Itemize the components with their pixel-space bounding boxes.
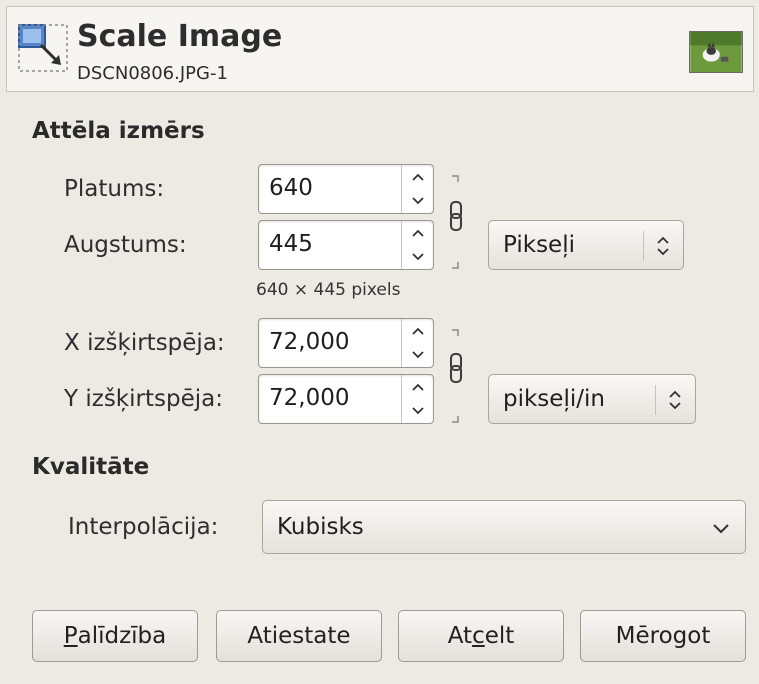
interpolation-value: Kubisks	[277, 514, 364, 540]
chevron-down-icon	[411, 407, 424, 415]
x-resolution-decrease-button[interactable]	[402, 343, 433, 367]
resolution-unit-value: pikseļi/in	[503, 386, 605, 412]
dialog-header: Scale Image DSCN0806.JPG-1	[6, 6, 754, 92]
help-label: alīdzība	[77, 623, 167, 649]
cancel-mnemonic: c	[472, 623, 485, 649]
width-spinbutton[interactable]: 640	[258, 164, 434, 214]
width-increase-button[interactable]	[402, 165, 433, 189]
quality-section-title: Kvalitāte	[32, 454, 150, 480]
size-unit-value: Pikseļi	[503, 232, 575, 258]
cancel-label-start: At	[447, 623, 473, 649]
image-name: DSCN0806.JPG-1	[77, 63, 228, 84]
width-input[interactable]: 640	[269, 175, 313, 201]
chevron-down-icon	[713, 524, 729, 534]
chevron-down-icon	[411, 351, 424, 359]
chevron-up-icon	[411, 327, 424, 335]
y-resolution-input[interactable]: 72,000	[269, 385, 349, 411]
x-resolution-input[interactable]: 72,000	[269, 329, 349, 355]
height-input[interactable]: 445	[269, 231, 313, 257]
updown-arrows-icon	[657, 236, 669, 256]
scale-button[interactable]: Mērogot	[580, 610, 746, 662]
scale-label: Mērogot	[615, 623, 711, 649]
chain-link-size-icon[interactable]	[446, 172, 466, 272]
chevron-up-icon	[411, 173, 424, 181]
resolution-unit-dropdown[interactable]: pikseļi/in	[488, 374, 696, 424]
dialog-title: Scale Image	[77, 19, 283, 54]
interpolation-label: Interpolācija:	[68, 514, 219, 540]
height-label: Augstums:	[64, 232, 187, 258]
reset-button[interactable]: Atiestate	[216, 610, 382, 662]
image-thumbnail	[689, 31, 743, 73]
reset-label: Atiestate	[247, 623, 351, 649]
chain-link-resolution-icon[interactable]	[446, 326, 466, 426]
cancel-button[interactable]: At c elt	[398, 610, 564, 662]
image-size-section-title: Attēla izmērs	[32, 118, 205, 144]
width-decrease-button[interactable]	[402, 189, 433, 213]
help-button[interactable]: Palīdzība	[32, 610, 198, 662]
cancel-label-end: elt	[484, 623, 515, 649]
height-decrease-button[interactable]	[402, 245, 433, 269]
pixel-dimensions-text: 640 × 445 pixels	[256, 280, 401, 300]
chevron-down-icon	[411, 253, 424, 261]
y-resolution-increase-button[interactable]	[402, 375, 433, 399]
y-resolution-label: Y izšķirtspēja:	[64, 386, 223, 412]
height-increase-button[interactable]	[402, 221, 433, 245]
x-resolution-increase-button[interactable]	[402, 319, 433, 343]
scale-image-icon	[18, 24, 68, 72]
y-resolution-decrease-button[interactable]	[402, 399, 433, 423]
chevron-up-icon	[411, 229, 424, 237]
x-resolution-spinbutton[interactable]: 72,000	[258, 318, 434, 368]
width-label: Platums:	[64, 176, 165, 202]
size-unit-dropdown[interactable]: Pikseļi	[488, 220, 684, 270]
help-mnemonic: P	[63, 623, 78, 649]
chevron-down-icon	[411, 197, 424, 205]
interpolation-dropdown[interactable]: Kubisks	[262, 500, 746, 554]
y-resolution-spinbutton[interactable]: 72,000	[258, 374, 434, 424]
chevron-up-icon	[411, 383, 424, 391]
updown-arrows-icon	[669, 390, 681, 410]
height-spinbutton[interactable]: 445	[258, 220, 434, 270]
x-resolution-label: X izšķirtspēja:	[64, 330, 225, 356]
